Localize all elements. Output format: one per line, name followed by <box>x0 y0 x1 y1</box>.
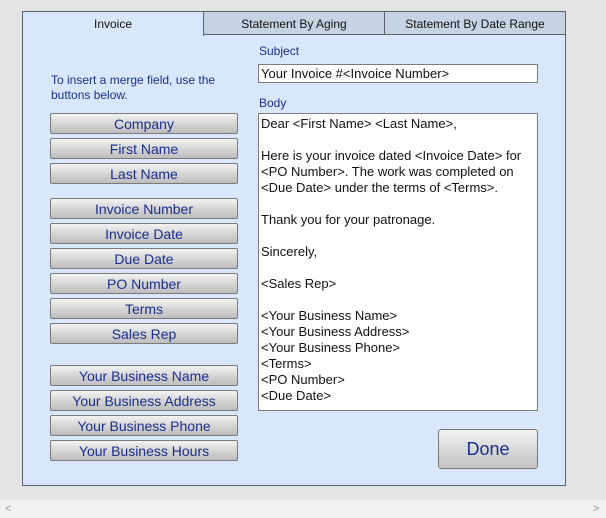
merge-field-hint: To insert a merge field, use the buttons… <box>51 73 216 102</box>
merge-last-name-button[interactable]: Last Name <box>50 163 238 184</box>
merge-po-number-button[interactable]: PO Number <box>50 273 238 294</box>
merge-company-button[interactable]: Company <box>50 113 238 134</box>
merge-business-phone-button[interactable]: Your Business Phone <box>50 415 238 436</box>
scroll-right-icon[interactable]: > <box>593 503 599 515</box>
horizontal-scrollbar[interactable]: < > <box>0 500 606 518</box>
merge-due-date-button[interactable]: Due Date <box>50 248 238 269</box>
body-textarea[interactable]: Dear <First Name> <Last Name>, Here is y… <box>258 113 538 411</box>
scroll-left-icon[interactable]: < <box>5 503 11 515</box>
merge-sales-rep-button[interactable]: Sales Rep <box>50 323 238 344</box>
merge-business-name-button[interactable]: Your Business Name <box>50 365 238 386</box>
tab-statement-by-aging[interactable]: Statement By Aging <box>203 11 385 35</box>
done-button[interactable]: Done <box>438 429 538 469</box>
subject-label: Subject <box>259 44 300 58</box>
merge-invoice-date-button[interactable]: Invoice Date <box>50 223 238 244</box>
merge-first-name-button[interactable]: First Name <box>50 138 238 159</box>
merge-business-address-button[interactable]: Your Business Address <box>50 390 238 411</box>
body-label: Body <box>259 96 287 110</box>
merge-business-hours-button[interactable]: Your Business Hours <box>50 440 238 461</box>
tab-statement-by-date-range[interactable]: Statement By Date Range <box>384 11 566 35</box>
subject-input[interactable]: Your Invoice #<Invoice Number> <box>258 64 538 83</box>
tab-invoice[interactable]: Invoice <box>22 11 204 36</box>
merge-terms-button[interactable]: Terms <box>50 298 238 319</box>
merge-invoice-number-button[interactable]: Invoice Number <box>50 198 238 219</box>
